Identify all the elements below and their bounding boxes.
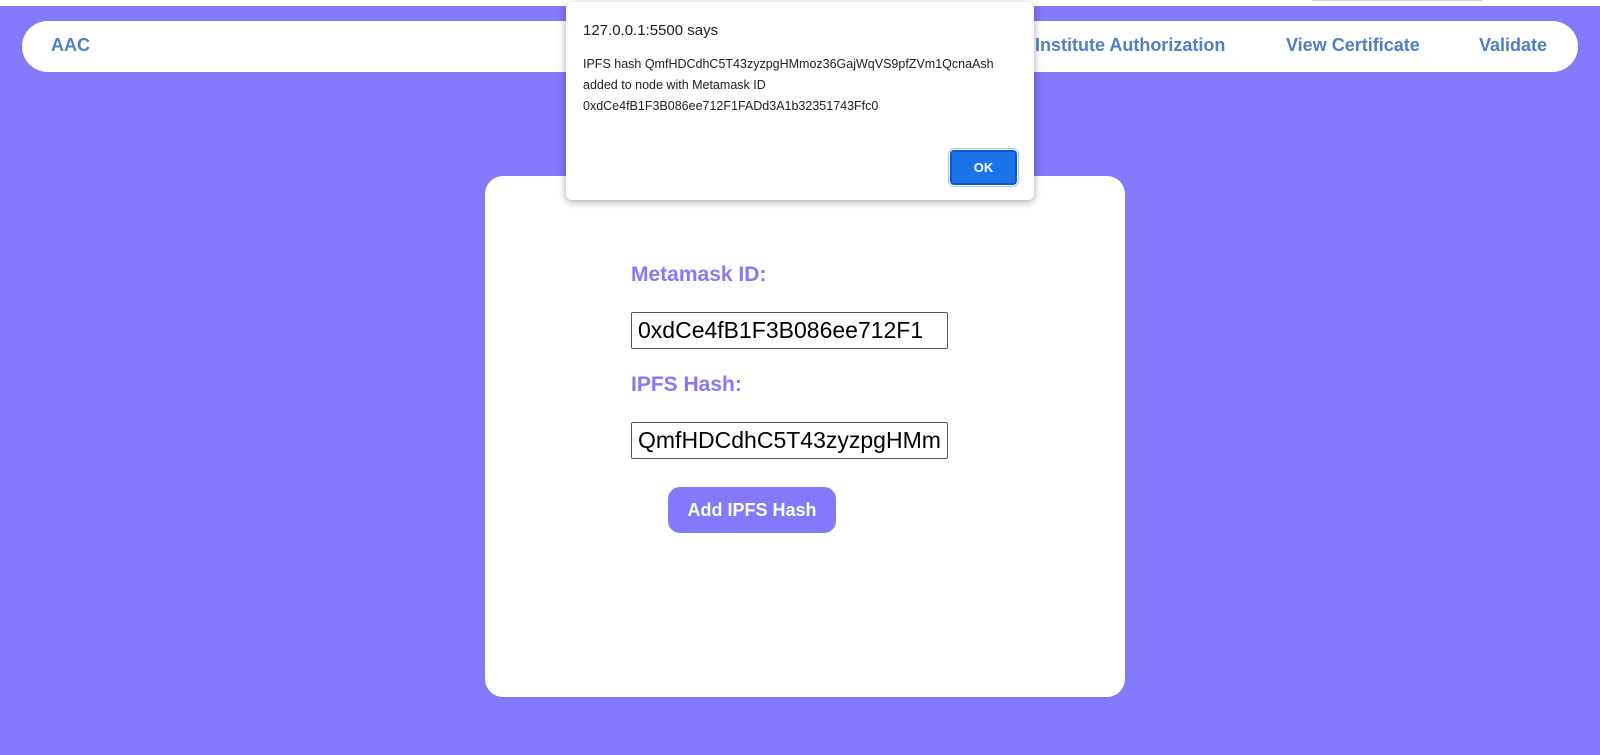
ipfs-form-card: Metamask ID: IPFS Hash: Add IPFS Hash	[485, 176, 1125, 697]
dialog-ok-button[interactable]: OK	[948, 148, 1019, 187]
ipfs-hash-input[interactable]	[631, 422, 948, 459]
browser-tab-edge	[1312, 0, 1482, 1]
nav-link-validate[interactable]: Validate	[1479, 35, 1547, 56]
add-ipfs-hash-button[interactable]: Add IPFS Hash	[668, 487, 836, 533]
dialog-message: IPFS hash QmfHDCdhC5T43zyzpgHMmoz36GajWq…	[583, 54, 1023, 117]
nav-brand-link[interactable]: AAC	[51, 35, 90, 56]
dialog-message-line: IPFS hash QmfHDCdhC5T43zyzpgHMmoz36GajWq…	[583, 57, 994, 71]
dialog-message-line: 0xdCe4fB1F3B086ee712F1FADd3A1b32351743Ff…	[583, 99, 879, 113]
dialog-message-line: added to node with Metamask ID	[583, 78, 766, 92]
metamask-id-label: Metamask ID:	[631, 263, 767, 286]
ipfs-hash-label: IPFS Hash:	[631, 373, 742, 396]
metamask-id-input[interactable]	[631, 312, 948, 349]
dialog-title: 127.0.0.1:5500 says	[583, 22, 719, 39]
nav-link-view-certificate[interactable]: View Certificate	[1286, 35, 1420, 56]
nav-link-institute-authorization[interactable]: Institute Authorization	[1035, 35, 1225, 56]
alert-dialog: 127.0.0.1:5500 says IPFS hash QmfHDCdhC5…	[566, 2, 1034, 200]
